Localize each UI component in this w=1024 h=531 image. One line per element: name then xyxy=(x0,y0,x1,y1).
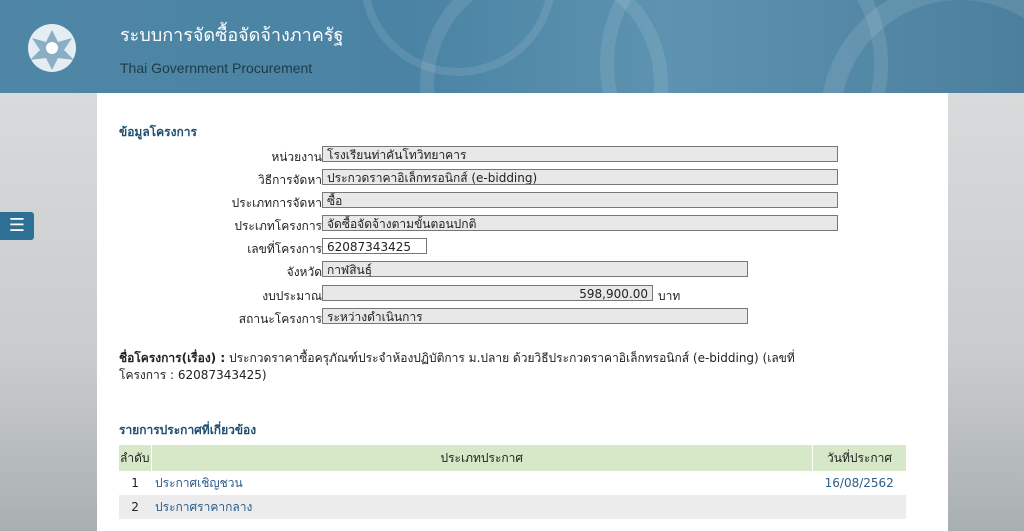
column-header-date: วันที่ประกาศ xyxy=(812,445,906,471)
field-value: โรงเรียนท่าคันโทวิทยาคาร xyxy=(322,146,838,162)
garuda-logo-icon xyxy=(16,20,88,82)
field-label: งบประมาณ xyxy=(262,289,322,303)
table-header-row: ลำดับ ประเภทประกาศ วันที่ประกาศ xyxy=(119,445,906,471)
row-number: 2 xyxy=(119,495,152,519)
project-name-label: ชื่อโครงการ(เรื่อง) : xyxy=(119,351,226,365)
site-title-thai: ระบบการจัดซื้อจัดจ้างภาครัฐ xyxy=(120,25,344,46)
field-label: หน่วยงาน xyxy=(271,150,322,164)
announcements-title: รายการประกาศที่เกี่ยวข้อง xyxy=(119,423,257,437)
left-background xyxy=(0,93,97,531)
announcements-table: ลำดับ ประเภทประกาศ วันที่ประกาศ 1 ประกาศ… xyxy=(119,445,906,519)
field-label: เลขที่โครงการ xyxy=(247,242,322,256)
project-name: ชื่อโครงการ(เรื่อง) : ประกวดราคาซื้อครุภ… xyxy=(119,350,819,384)
field-label: ประเภทโครงการ xyxy=(234,219,322,233)
field-value: ระหว่างดำเนินการ xyxy=(322,308,748,324)
field-label: วิธีการจัดหา xyxy=(258,173,322,187)
project-name-text-2: โครงการ : 62087343425) xyxy=(119,368,267,382)
field-label: สถานะโครงการ xyxy=(238,312,322,326)
table-row: 2 ประกาศราคากลาง xyxy=(119,495,906,519)
hamburger-icon: ☰ xyxy=(8,215,26,236)
column-header-no: ลำดับ xyxy=(119,445,152,471)
page-header: ระบบการจัดซื้อจัดจ้างภาครัฐ Thai Governm… xyxy=(0,0,1024,93)
field-value: ซื้อ xyxy=(322,192,838,208)
column-header-type: ประเภทประกาศ xyxy=(151,445,814,471)
site-title-english: Thai Government Procurement xyxy=(120,60,313,76)
field-value: ประกวดราคาอิเล็กทรอนิกส์ (e-bidding) xyxy=(322,169,838,185)
field-value: 598,900.00 xyxy=(322,285,653,301)
announcement-link-invitation[interactable]: ประกาศเชิญชวน xyxy=(155,476,243,490)
field-label: ประเภทการจัดหา xyxy=(231,196,322,210)
main-content: ข้อมูลโครงการ หน่วยงาน โรงเรียนท่าคันโทว… xyxy=(97,93,948,531)
project-name-text: ประกวดราคาซื้อครุภัณฑ์ประจำห้องปฏิบัติกา… xyxy=(228,351,795,365)
menu-button[interactable]: ☰ xyxy=(0,212,34,240)
project-info-title: ข้อมูลโครงการ xyxy=(119,125,197,139)
right-background xyxy=(948,93,1024,531)
field-value: 62087343425 xyxy=(322,238,427,254)
announcement-date xyxy=(812,495,906,519)
currency-unit: บาท xyxy=(658,289,681,303)
announcement-link-median-price[interactable]: ประกาศราคากลาง xyxy=(155,500,252,514)
announcement-date: 16/08/2562 xyxy=(812,471,906,495)
row-number: 1 xyxy=(119,471,152,495)
table-row: 1 ประกาศเชิญชวน 16/08/2562 xyxy=(119,471,906,495)
field-value: จัดซื้อจัดจ้างตามขั้นตอนปกติ xyxy=(322,215,838,231)
field-value: กาฬสินธุ์ xyxy=(322,261,748,277)
field-label: จังหวัด xyxy=(286,265,322,279)
